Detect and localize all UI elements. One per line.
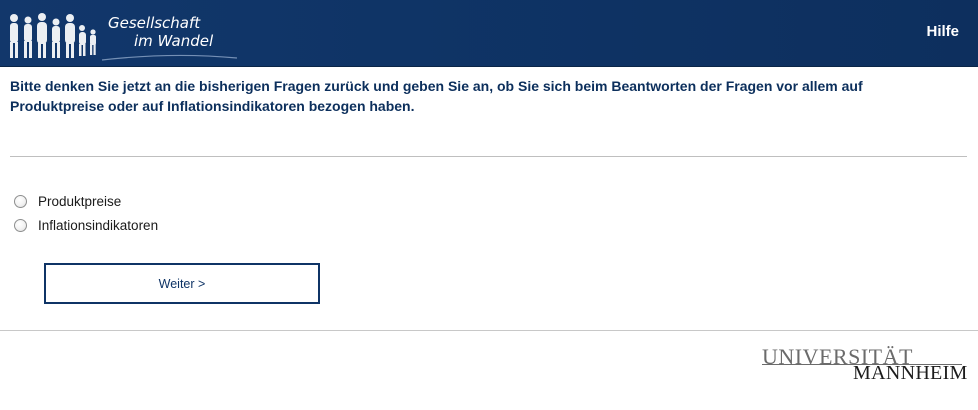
option-produktpreise[interactable]: Produktpreise [14,192,121,210]
logo-line-2: im Wandel [134,32,214,50]
university-logo-line-2: MANNHEIM [853,362,968,384]
header-bar: Gesellschaft im Wandel Hilfe [0,0,978,67]
option-label-inflationsindikatoren[interactable]: Inflationsindikatoren [38,218,158,233]
radio-button-produktpreise[interactable] [14,194,27,208]
next-button[interactable]: Weiter > [44,263,320,304]
help-link[interactable]: Hilfe [926,23,959,40]
option-inflationsindikatoren[interactable]: Inflationsindikatoren [14,216,158,234]
logo-text: Gesellschaft im Wandel [108,14,213,50]
option-label-produktpreise[interactable]: Produktpreise [38,194,121,209]
radio-button-inflationsindikatoren[interactable] [14,218,27,232]
university-logo: UNIVERSITÄT MANNHEIM [762,344,967,388]
question-text: Bitte denken Sie jetzt an die bisherigen… [10,78,863,114]
divider [10,156,967,157]
logo-line-1: Gesellschaft [108,14,201,32]
footer-divider [0,330,978,331]
